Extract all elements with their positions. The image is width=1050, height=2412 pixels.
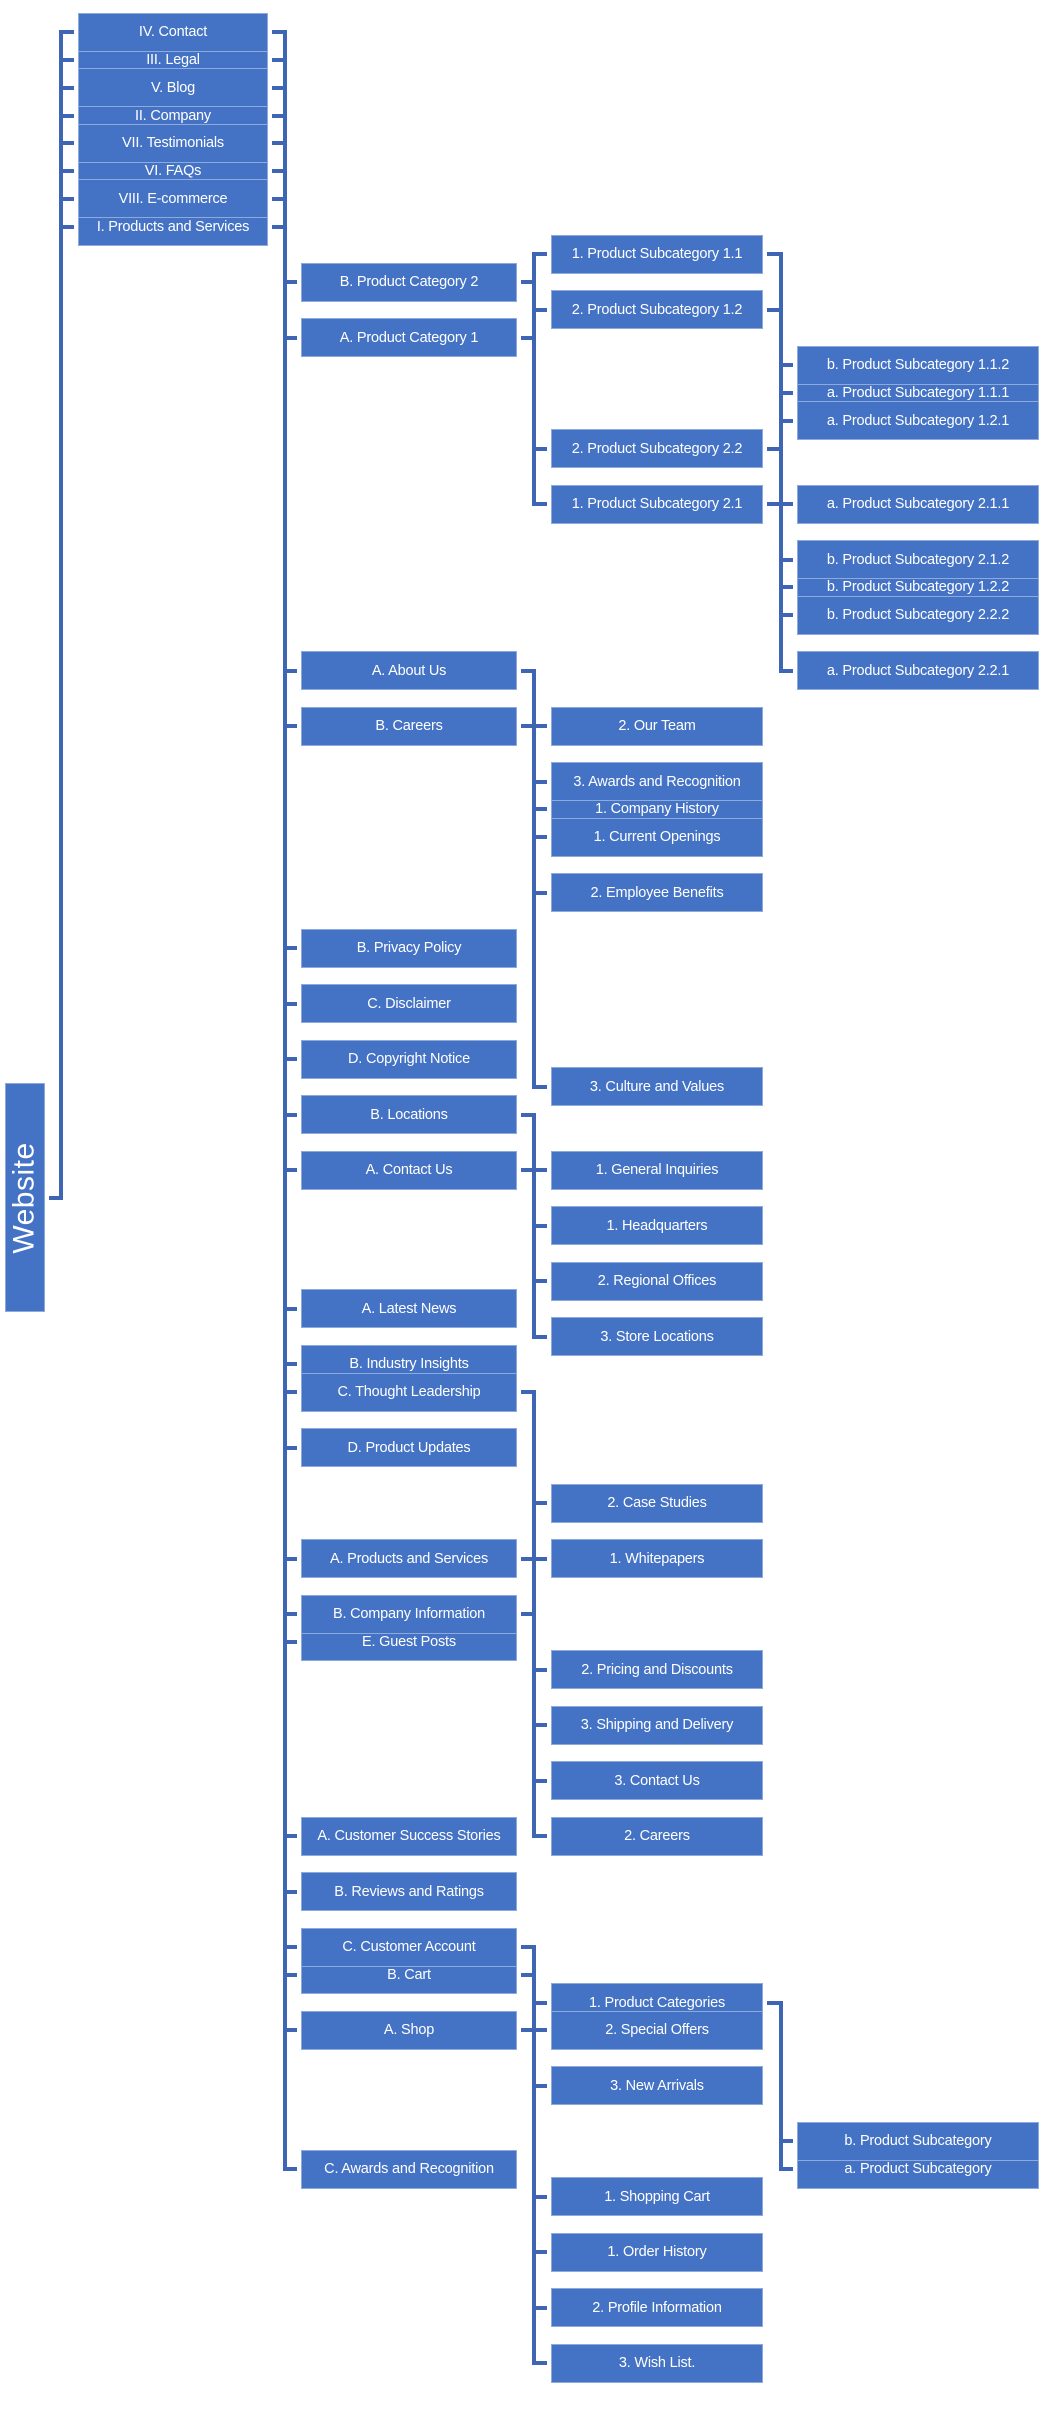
node-c-thought-leadership[interactable]: C. Thought Leadership — [301, 1372, 517, 1412]
node-1-shopping-cart[interactable]: 1. Shopping Cart — [551, 2177, 763, 2217]
node-a-shop[interactable]: A. Shop — [301, 2010, 517, 2050]
node-a-product-subcategory-1-2-1[interactable]: a. Product Subcategory 1.2.1 — [797, 401, 1039, 441]
node-1-order-history[interactable]: 1. Order History — [551, 2232, 763, 2272]
node-v-blog[interactable]: V. Blog — [78, 68, 268, 108]
connector-branch — [532, 2305, 547, 2310]
node-1-current-openings[interactable]: 1. Current Openings — [551, 817, 763, 857]
node-b-product-subcategory-2-1-2[interactable]: b. Product Subcategory 2.1.2 — [797, 540, 1039, 579]
connector-branch — [59, 30, 74, 35]
connector-branch — [59, 141, 74, 146]
node-3-shipping-and-delivery[interactable]: 3. Shipping and Delivery — [551, 1705, 763, 1745]
node-2-our-team[interactable]: 2. Our Team — [551, 706, 763, 746]
node-2-product-subcategory-1-2[interactable]: 2. Product Subcategory 1.2 — [551, 290, 763, 330]
node-c-awards-and-recognition[interactable]: C. Awards and Recognition — [301, 2149, 517, 2189]
node-2-special-offers[interactable]: 2. Special Offers — [551, 2010, 763, 2050]
connector-branch — [532, 1334, 547, 1339]
connector-bracket — [283, 196, 287, 2033]
connector-branch — [283, 2167, 297, 2171]
connector-branch — [779, 2167, 793, 2171]
node-2-pricing-and-discounts[interactable]: 2. Pricing and Discounts — [551, 1650, 763, 1689]
node-b-reviews-and-ratings[interactable]: B. Reviews and Ratings — [301, 1872, 517, 1911]
node-c-disclaimer[interactable]: C. Disclaimer — [301, 984, 517, 1023]
node-b-privacy-policy[interactable]: B. Privacy Policy — [301, 928, 517, 968]
node-a-latest-news[interactable]: A. Latest News — [301, 1289, 517, 1329]
connector-branch — [532, 1279, 547, 1283]
node-2-regional-offices[interactable]: 2. Regional Offices — [551, 1261, 763, 1301]
connector-branch — [283, 1972, 297, 1977]
connector-branch — [59, 196, 74, 201]
node-3-wish-list[interactable]: 3. Wish List. — [551, 2343, 763, 2383]
connector-branch — [779, 668, 793, 673]
node-viii-e-commerce[interactable]: VIII. E-commerce — [78, 179, 268, 219]
node-1-headquarters[interactable]: 1. Headquarters — [551, 1206, 763, 1245]
node-a-contact-us[interactable]: A. Contact Us — [301, 1150, 517, 1190]
connector-branch — [532, 1778, 547, 1783]
connector-bracket — [532, 1390, 536, 1561]
connector-branch — [532, 1084, 547, 1089]
node-3-store-locations[interactable]: 3. Store Locations — [551, 1317, 763, 1356]
connector-branch — [532, 1223, 547, 1228]
node-b-company-information[interactable]: B. Company Information — [301, 1594, 517, 1634]
connector-branch — [283, 1945, 297, 1949]
connector-bracket — [532, 1945, 536, 2366]
connector-branch — [779, 2139, 793, 2144]
site-map-diagram: Website I. Products and Services A. Produc… — [0, 0, 1050, 2412]
root-node-website[interactable]: Website — [5, 1083, 45, 1313]
node-a-product-subcategory-2-2-1[interactable]: a. Product Subcategory 2.2.1 — [797, 651, 1039, 690]
root-node-label: Website — [8, 1142, 42, 1254]
connector-branch — [59, 85, 74, 90]
connector-branch — [532, 835, 547, 839]
connector-bracket — [532, 724, 536, 1089]
node-2-employee-benefits[interactable]: 2. Employee Benefits — [551, 873, 763, 912]
node-c-customer-account[interactable]: C. Customer Account — [301, 1927, 517, 1967]
node-3-culture-and-values[interactable]: 3. Culture and Values — [551, 1067, 763, 1107]
connector-branch — [59, 58, 74, 62]
node-1-general-inquiries[interactable]: 1. General Inquiries — [551, 1150, 763, 1190]
connector-branch — [532, 502, 547, 506]
connector-branch — [532, 890, 547, 895]
node-b-locations[interactable]: B. Locations — [301, 1095, 517, 1134]
node-a-about-us[interactable]: A. About Us — [301, 651, 517, 690]
connector-branch — [59, 224, 74, 229]
connector-branch — [283, 2028, 297, 2033]
node-d-product-updates[interactable]: D. Product Updates — [301, 1428, 517, 1467]
node-b-product-subcategory[interactable]: b. Product Subcategory — [797, 2121, 1039, 2161]
connector-branch — [532, 1834, 547, 1838]
connector-branch — [532, 2250, 547, 2255]
node-a-customer-success-stories[interactable]: A. Customer Success Stories — [301, 1816, 517, 1856]
connector-branch — [532, 446, 547, 451]
connector-bracket — [59, 30, 63, 1200]
connector-branch — [59, 113, 74, 118]
connector-branch — [59, 169, 74, 173]
connector-branch — [779, 613, 793, 617]
connector-bracket — [532, 1612, 536, 1838]
connector-bracket — [532, 280, 536, 506]
node-a-product-subcategory-2-1-1[interactable]: a. Product Subcategory 2.1.1 — [797, 484, 1039, 524]
connector-bracket — [779, 446, 783, 673]
node-1-product-subcategory-1-1[interactable]: 1. Product Subcategory 1.1 — [551, 234, 763, 274]
connector-branch — [532, 252, 547, 257]
node-b-product-subcategory-1-1-2[interactable]: b. Product Subcategory 1.1.2 — [797, 345, 1039, 385]
node-2-case-studies[interactable]: 2. Case Studies — [551, 1483, 763, 1523]
node-2-profile-information[interactable]: 2. Profile Information — [551, 2288, 763, 2328]
connector-bracket — [779, 2000, 783, 2171]
node-3-new-arrivals[interactable]: 3. New Arrivals — [551, 2066, 763, 2106]
node-a-products-and-services[interactable]: A. Products and Services — [301, 1539, 517, 1578]
node-3-awards-and-recognition[interactable]: 3. Awards and Recognition — [551, 762, 763, 801]
connector-branch — [779, 418, 793, 423]
node-b-product-category-2[interactable]: B. Product Category 2 — [301, 262, 517, 302]
node-3-contact-us[interactable]: 3. Contact Us — [551, 1761, 763, 1800]
node-vii-testimonials[interactable]: VII. Testimonials — [78, 123, 268, 163]
connector-branch — [532, 2361, 547, 2366]
node-d-copyright-notice[interactable]: D. Copyright Notice — [301, 1039, 517, 1079]
node-1-whitepapers[interactable]: 1. Whitepapers — [551, 1539, 763, 1578]
node-b-product-subcategory-2-2-2[interactable]: b. Product Subcategory 2.2.2 — [797, 595, 1039, 635]
node-2-careers[interactable]: 2. Careers — [551, 1816, 763, 1856]
node-a-product-category-1[interactable]: A. Product Category 1 — [301, 318, 517, 357]
connector-branch — [532, 1501, 547, 1505]
node-iv-contact[interactable]: IV. Contact — [78, 12, 268, 52]
node-1-product-subcategory-2-1[interactable]: 1. Product Subcategory 2.1 — [551, 484, 763, 524]
node-b-careers[interactable]: B. Careers — [301, 706, 517, 746]
node-2-product-subcategory-2-2[interactable]: 2. Product Subcategory 2.2 — [551, 429, 763, 468]
